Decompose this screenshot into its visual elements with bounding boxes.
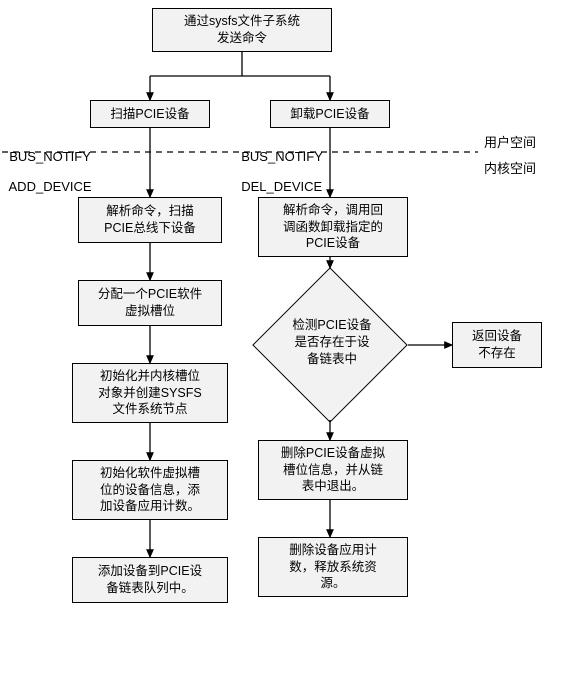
text-line: 表中退出。 bbox=[302, 479, 365, 493]
node-parse-unload: 解析命令，调用回 调函数卸载指定的 PCIE设备 bbox=[258, 197, 408, 257]
text-line: ADD_DEVICE bbox=[9, 179, 92, 194]
text-line: 备链表队列中。 bbox=[106, 581, 194, 595]
text-line: 虚拟槽位 bbox=[125, 304, 175, 318]
node-sysfs-command: 通过sysfs文件子系统 发送命令 bbox=[152, 8, 332, 52]
text-line: 不存在 bbox=[478, 346, 516, 360]
text-line: 槽位信息，并从链 bbox=[283, 463, 383, 477]
text-line: 数，释放系统资 bbox=[289, 560, 377, 574]
text-line: 删除设备应用计 bbox=[289, 543, 377, 557]
node-alloc-slot: 分配一个PCIE软件 虚拟槽位 bbox=[78, 280, 222, 326]
label-bus-notify-del: BUS_NOTIFY DEL_DEVICE bbox=[234, 134, 323, 194]
text-line: 文件系统节点 bbox=[112, 402, 187, 416]
text-line: 调函数卸载指定的 bbox=[283, 220, 383, 234]
label-kernel-space: 内核空间 bbox=[484, 158, 536, 177]
node-add-to-list: 添加设备到PCIE设 备链表队列中。 bbox=[72, 557, 228, 603]
node-scan-pcie: 扫描PCIE设备 bbox=[90, 100, 210, 128]
text-line: 解析命令，调用回 bbox=[283, 203, 383, 217]
text-line: 删除PCIE设备虚拟 bbox=[281, 446, 385, 460]
text-line: 初始化并内核槽位 bbox=[100, 369, 200, 383]
text-line: 加设备应用计数。 bbox=[100, 499, 200, 513]
text-line: 初始化软件虚拟槽 bbox=[100, 466, 200, 480]
text-line: 解析命令，扫描 bbox=[106, 204, 194, 218]
text-line: 分配一个PCIE软件 bbox=[98, 287, 202, 301]
text-line: PCIE设备 bbox=[306, 236, 360, 250]
node-parse-scan: 解析命令，扫描 PCIE总线下设备 bbox=[78, 197, 222, 243]
text-line: 添加设备到PCIE设 bbox=[98, 564, 202, 578]
text-line: 扫描PCIE设备 bbox=[110, 106, 189, 123]
node-return-not-exist: 返回设备 不存在 bbox=[452, 322, 542, 368]
label-bus-notify-add: BUS_NOTIFY ADD_DEVICE bbox=[2, 134, 92, 194]
text-line: BUS_NOTIFY bbox=[241, 149, 323, 164]
text-line: BUS_NOTIFY bbox=[9, 149, 91, 164]
label-user-space: 用户空间 bbox=[484, 132, 536, 151]
text-line: 对象并创建SYSFS bbox=[98, 386, 202, 400]
text-line: 发送命令 bbox=[217, 31, 267, 45]
node-release-resources: 删除设备应用计 数，释放系统资 源。 bbox=[258, 537, 408, 597]
node-unload-pcie: 卸载PCIE设备 bbox=[270, 100, 390, 128]
text-line: PCIE总线下设备 bbox=[104, 221, 196, 235]
text-line: 源。 bbox=[320, 576, 345, 590]
node-init-virtual-slot: 初始化软件虚拟槽 位的设备信息，添 加设备应用计数。 bbox=[72, 460, 228, 520]
text-line: 通过sysfs文件子系统 bbox=[184, 14, 300, 28]
node-decision-check-list bbox=[252, 267, 408, 423]
text-line: 位的设备信息，添 bbox=[100, 483, 200, 497]
text-line: 返回设备 bbox=[472, 329, 522, 343]
node-init-kernel-slot: 初始化并内核槽位 对象并创建SYSFS 文件系统节点 bbox=[72, 363, 228, 423]
node-delete-slot: 删除PCIE设备虚拟 槽位信息，并从链 表中退出。 bbox=[258, 440, 408, 500]
text-line: DEL_DEVICE bbox=[241, 179, 322, 194]
text-line: 卸载PCIE设备 bbox=[290, 106, 369, 123]
